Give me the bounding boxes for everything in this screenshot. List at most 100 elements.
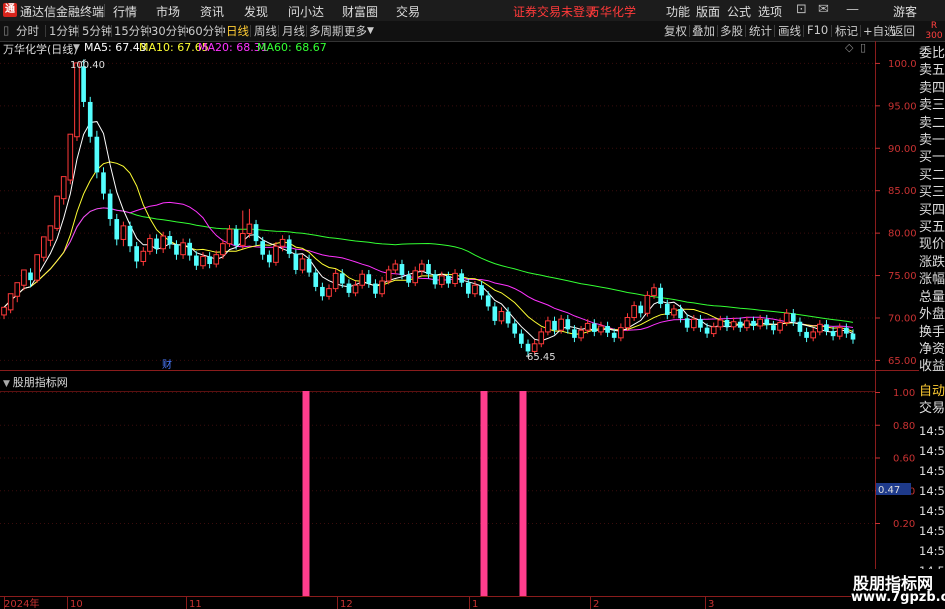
multi-stock-button[interactable]: 多股: [720, 23, 743, 39]
guest-label[interactable]: 游客: [893, 3, 917, 20]
candle-body-up: [817, 323, 823, 333]
candle-body-down: [207, 256, 212, 265]
draw-line-button[interactable]: 画线: [778, 23, 801, 39]
menu-shichang[interactable]: 市场: [156, 3, 180, 20]
candle-body-down: [266, 254, 272, 263]
candle-body-down: [320, 286, 325, 297]
mail-icon[interactable]: ✉: [818, 2, 829, 17]
more-chevron-icon[interactable]: ▼: [367, 26, 374, 36]
back-button[interactable]: 返回: [892, 23, 915, 39]
tab-period-multi[interactable]: 多周期: [309, 23, 344, 39]
collapse-icon[interactable]: ▯: [860, 41, 866, 54]
skin-icon[interactable]: ⊡: [796, 2, 807, 17]
candle-body-up: [558, 318, 564, 331]
toolbar-toggle-icon[interactable]: ▯: [3, 23, 9, 37]
indicator-settings-icon[interactable]: ▼: [3, 379, 13, 389]
candle-body-up: [147, 238, 153, 252]
menu-hangqing[interactable]: 行情: [113, 3, 137, 20]
menu-wenxiaoda[interactable]: 问小达: [288, 3, 324, 20]
candle-body-up: [47, 225, 54, 241]
tab-period-month[interactable]: 月线: [282, 23, 305, 39]
candle-body-down: [678, 309, 683, 319]
menu-faxian[interactable]: 发现: [244, 3, 268, 20]
candle-body-down: [293, 253, 299, 270]
quote-panel: 委比 卖五 卖四 卖三 卖二 卖一 买一 买二 买三 买四 买五 现价 涨跌 涨幅 总量 外盘 换手 净资 收益: [919, 45, 945, 376]
tab-period-30min[interactable]: 30分钟: [151, 23, 189, 39]
candle-body-down: [167, 236, 173, 245]
f10-button[interactable]: F10: [807, 23, 828, 37]
quote-label: 卖三: [919, 98, 945, 114]
quote-label: 卖四: [919, 80, 945, 96]
minimize-icon[interactable]: —: [846, 2, 859, 17]
candle-body-up: [644, 294, 651, 314]
candle-body-up: [783, 312, 790, 324]
candle-body-up: [452, 272, 458, 285]
mark-button[interactable]: 标记: [835, 23, 858, 39]
tab-period-60min[interactable]: 60分钟: [188, 23, 226, 39]
candle-body-down: [446, 275, 451, 284]
tick-time: 14:56: [919, 464, 945, 478]
indicator-axis-label: 0.80: [893, 421, 915, 432]
tab-period-week[interactable]: 周线: [254, 23, 277, 39]
candle-body-up: [7, 293, 14, 311]
candle-body-up: [578, 329, 584, 339]
candle-body-down: [346, 283, 352, 293]
watermark: 股朋指标网 www.7gpzb.com: [851, 569, 945, 609]
overlay-button[interactable]: 叠加: [692, 23, 715, 39]
candle-body-up: [624, 316, 631, 329]
fuquan-button[interactable]: 复权: [664, 23, 687, 39]
statistics-button[interactable]: 统计: [749, 23, 772, 39]
candle-body-down: [751, 320, 756, 326]
candle-body-down: [127, 225, 133, 247]
trading-login-notice[interactable]: 证券交易未登录: [513, 3, 597, 20]
candle-body-up: [74, 62, 80, 138]
candle-body-up: [34, 254, 40, 281]
period-toolbar: ▯ 分时 1分钟 5分钟 15分钟 30分钟 60分钟 日线 周线 月线 多周期…: [0, 21, 945, 42]
menu-caifuquan[interactable]: 财富圈: [342, 3, 378, 20]
quote-label: 收益: [919, 359, 945, 375]
tab-period-day[interactable]: 日线: [226, 23, 249, 39]
tab-auto[interactable]: 自动: [919, 383, 945, 400]
tick-time: 14:56: [919, 524, 945, 538]
menu-jiaoyi[interactable]: 交易: [396, 3, 420, 20]
cai-marker[interactable]: 财: [162, 358, 172, 371]
candle-body-down: [519, 333, 524, 344]
tab-period-5min[interactable]: 5分钟: [82, 23, 112, 39]
tab-period-1min[interactable]: 1分钟: [49, 23, 79, 39]
candle-body-down: [134, 246, 139, 262]
candle-body-up: [299, 258, 306, 271]
candle-body-down: [605, 325, 610, 333]
candle-body-down: [572, 329, 577, 338]
menu-gongneng[interactable]: 功能: [666, 3, 690, 20]
price-axis-label: 75.00: [888, 271, 917, 282]
menu-zixun[interactable]: 资讯: [200, 3, 224, 20]
ma-settings-icon[interactable]: ▼: [73, 43, 80, 53]
price-axis-label: 70.00: [888, 313, 917, 324]
quote-label: 换手: [919, 324, 945, 340]
candle-body-down: [830, 331, 836, 337]
quote-label: 涨跌: [919, 254, 945, 270]
add-watchlist-button[interactable]: +自选: [863, 23, 896, 39]
diamond-icon[interactable]: ◇: [845, 41, 853, 54]
menu-gongshi[interactable]: 公式: [727, 3, 751, 20]
candle-body-up: [120, 225, 127, 240]
time-axis-label: 12: [340, 599, 353, 609]
ma10-line: [3, 161, 854, 335]
candle-body-up: [757, 318, 763, 327]
indicator-signal-bar: [519, 391, 527, 596]
menu-xuanxiang[interactable]: 选项: [758, 3, 782, 20]
candle-body-down: [366, 274, 372, 284]
candle-body-up: [810, 331, 817, 339]
right-sidebar-toggle[interactable]: R 300: [925, 21, 943, 41]
tab-period-fenshi[interactable]: 分时: [16, 23, 39, 39]
menu-banmian[interactable]: 版面: [696, 3, 720, 20]
candle-body-up: [14, 282, 21, 297]
tab-period-more[interactable]: 更多: [344, 23, 367, 39]
tab-period-15min[interactable]: 15分钟: [114, 23, 152, 39]
candle-body-up: [498, 311, 505, 322]
candle-body-up: [538, 331, 545, 345]
kline-chart[interactable]: 100.0 95.00 90.00 85.00 80.00 75.00 70.00 65.00…: [0, 41, 919, 609]
tab-trade[interactable]: 交易: [919, 400, 945, 417]
candle-body-up: [651, 287, 657, 296]
quote-label: 委比: [919, 46, 945, 61]
